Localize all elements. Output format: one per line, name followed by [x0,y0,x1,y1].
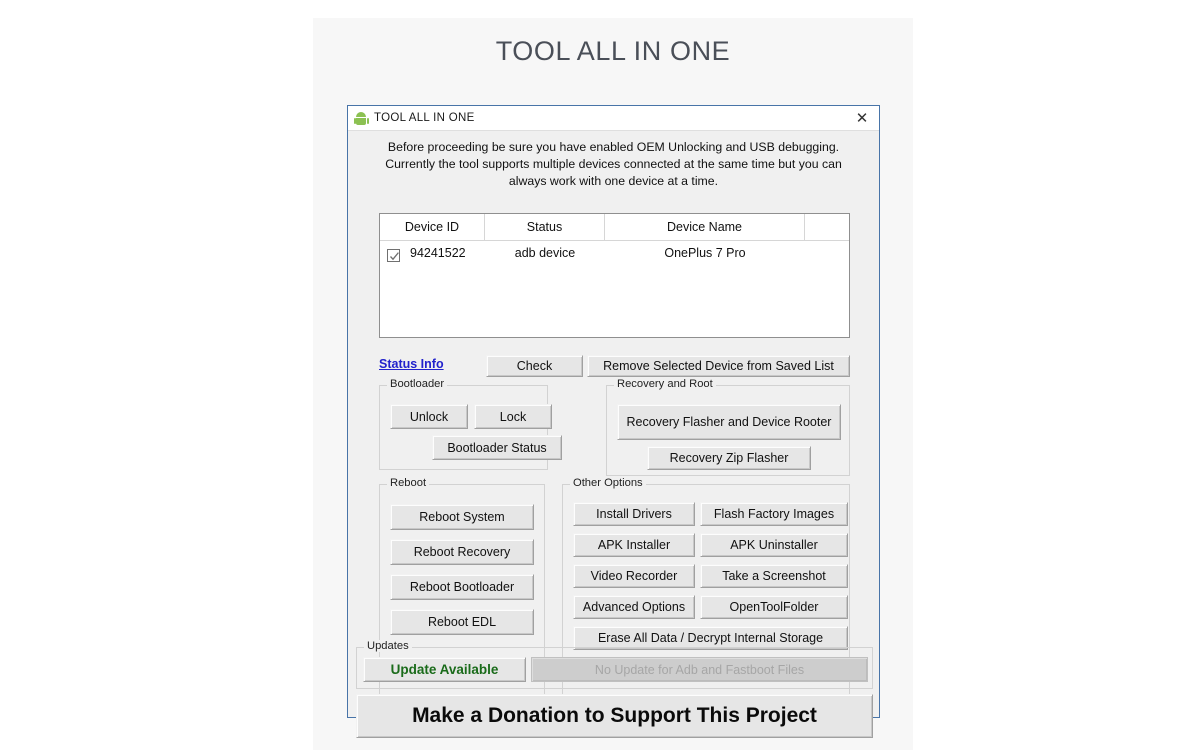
open-tool-folder-button[interactable]: OpenToolFolder [700,595,848,619]
notice-line-3: always work with one device at a time. [508,174,719,188]
reboot-bootloader-button[interactable]: Reboot Bootloader [390,574,534,600]
device-table-header: Device ID Status Device Name [380,214,849,241]
android-robot-icon [353,111,369,125]
recovery-group-label: Recovery and Root [614,378,716,390]
status-info-link[interactable]: Status Info [379,357,444,371]
check-button[interactable]: Check [486,355,583,377]
status-action-row: Status Info Check Remove Selected Device… [379,355,850,377]
apk-installer-button[interactable]: APK Installer [573,533,695,557]
updates-group-label: Updates [364,640,412,652]
notice-text: Before proceeding be sure you have enabl… [348,131,879,190]
bootloader-group: Bootloader Unlock Lock Bootloader Status [379,378,562,470]
apk-uninstaller-button[interactable]: APK Uninstaller [700,533,848,557]
reboot-group-label: Reboot [387,477,430,489]
close-icon[interactable]: ✕ [845,106,879,130]
notice-line-1: Before proceeding be sure you have enabl… [387,140,840,154]
screenshot-root: TOOL ALL IN ONE TOOL ALL IN ONE ✕ Before… [0,0,1200,750]
take-a-screenshot-button[interactable]: Take a Screenshot [700,564,848,588]
flash-factory-images-button[interactable]: Flash Factory Images [700,502,848,526]
cell-device-id: 94241522 [380,246,485,262]
advanced-options-button[interactable]: Advanced Options [573,595,695,619]
remove-selected-device-button[interactable]: Remove Selected Device from Saved List [587,355,850,377]
column-header-device-name: Device Name [605,214,805,240]
table-row[interactable]: 94241522 adb device OnePlus 7 Pro [380,241,849,265]
install-drivers-button[interactable]: Install Drivers [573,502,695,526]
reboot-edl-button[interactable]: Reboot EDL [390,609,534,635]
lock-button[interactable]: Lock [474,404,552,429]
no-update-adb-fastboot-button: No Update for Adb and Fastboot Files [531,657,868,682]
device-table[interactable]: Device ID Status Device Name 94241522 ad… [379,213,850,338]
notice-line-2: Currently the tool supports multiple dev… [385,157,842,171]
reboot-system-button[interactable]: Reboot System [390,504,534,530]
bootloader-status-button[interactable]: Bootloader Status [432,435,562,460]
reboot-recovery-button[interactable]: Reboot Recovery [390,539,534,565]
recovery-zip-flasher-button[interactable]: Recovery Zip Flasher [647,446,811,470]
row-checkbox[interactable] [387,249,400,262]
window-title: TOOL ALL IN ONE [374,112,475,124]
recovery-flasher-and-device-rooter-button[interactable]: Recovery Flasher and Device Rooter [617,404,841,440]
tool-all-in-one-window: TOOL ALL IN ONE ✕ Before proceeding be s… [347,105,880,738]
page-title: TOOL ALL IN ONE [495,36,731,66]
video-recorder-button[interactable]: Video Recorder [573,564,695,588]
window-titlebar: TOOL ALL IN ONE ✕ [348,106,879,131]
other-options-group-label: Other Options [570,477,646,489]
cell-device-name: OnePlus 7 Pro [664,246,746,260]
cell-device-id-value: 94241522 [410,246,466,260]
column-header-status: Status [485,214,605,240]
column-header-device-id: Device ID [380,214,485,240]
cell-status: adb device [514,246,576,260]
recovery-and-root-group: Recovery and Root Recovery Flasher and D… [606,378,850,476]
bootloader-group-label: Bootloader [387,378,448,390]
unlock-button[interactable]: Unlock [390,404,468,429]
updates-group: Updates Update Available No Update for A… [356,640,873,689]
make-a-donation-button[interactable]: Make a Donation to Support This Project [356,694,873,738]
update-available-button[interactable]: Update Available [363,657,526,682]
window-client-area: Before proceeding be sure you have enabl… [348,131,879,738]
column-header-spacer [805,214,848,240]
